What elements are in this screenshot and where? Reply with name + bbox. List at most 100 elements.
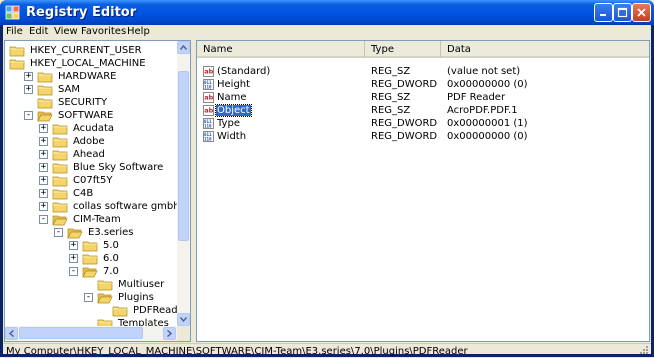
- tree-scroll-thumb[interactable]: [178, 71, 189, 241]
- menu-help[interactable]: Help: [127, 26, 150, 37]
- folder-icon: [37, 98, 53, 108]
- chevron-left-icon: [9, 330, 14, 337]
- tree-node-label: SOFTWARE: [58, 110, 114, 121]
- value-data: 0x00000001 (1): [447, 118, 528, 129]
- svg-text:ab: ab: [204, 68, 213, 76]
- tree-node-label: Multiuser: [118, 279, 165, 290]
- tree-node[interactable]: + C07ft5Y: [39, 174, 113, 187]
- value-row[interactable]: ab Name REG_SZ PDF Reader: [197, 91, 649, 104]
- value-data: (value not set): [447, 66, 521, 77]
- expand-icon[interactable]: +: [39, 176, 48, 185]
- menu-favorites[interactable]: Favorites: [81, 26, 126, 37]
- value-row[interactable]: ab (Standard) REG_SZ (value not set): [197, 65, 649, 78]
- folder-icon: [97, 280, 113, 290]
- tree-node[interactable]: + Adobe: [39, 135, 106, 148]
- tree-horizontal-scrollbar[interactable]: [5, 326, 177, 341]
- expand-icon[interactable]: +: [39, 189, 48, 198]
- expand-icon[interactable]: +: [39, 150, 48, 159]
- svg-text:ab: ab: [204, 107, 213, 115]
- tree-node[interactable]: - SOFTWARE: [24, 109, 114, 122]
- folder-icon: [112, 306, 128, 316]
- tree-node-label: C4B: [73, 188, 94, 199]
- column-header-name[interactable]: Name: [197, 41, 365, 58]
- expand-icon[interactable]: +: [24, 85, 33, 94]
- scroll-down-button[interactable]: [177, 313, 190, 326]
- tree-node-label: E3.series: [88, 227, 134, 238]
- expand-icon[interactable]: +: [39, 202, 48, 211]
- expand-icon[interactable]: +: [39, 163, 48, 172]
- open-folder-icon: [37, 111, 53, 121]
- chevron-down-icon: [180, 317, 187, 322]
- tree-node-label: Plugins: [118, 292, 154, 303]
- value-row[interactable]: 011 110 Height REG_DWORD 0x00000000 (0): [197, 78, 649, 91]
- value-row[interactable]: 011 110 Type REG_DWORD 0x00000001 (1): [197, 117, 649, 130]
- tree-node[interactable]: +5.0: [69, 239, 120, 252]
- column-header-type[interactable]: Type: [365, 41, 441, 58]
- tree-node[interactable]: - E3.series: [54, 226, 134, 239]
- folder-icon: [82, 254, 98, 264]
- menu-file[interactable]: File: [6, 26, 23, 37]
- tree-node[interactable]: HKEY_CURRENT_USER: [9, 44, 143, 57]
- scroll-up-button[interactable]: [177, 41, 190, 54]
- tree-node[interactable]: - CIM-Team: [39, 213, 122, 226]
- tree-node[interactable]: SECURITY: [24, 96, 108, 109]
- open-folder-icon: [67, 228, 83, 238]
- svg-text:ab: ab: [204, 94, 213, 102]
- collapse-icon[interactable]: -: [39, 215, 48, 224]
- value-type: REG_DWORD: [371, 79, 438, 90]
- tree-node[interactable]: - 7.0: [69, 265, 120, 278]
- value-name: (Standard): [217, 66, 271, 77]
- tree-node[interactable]: + HARDWARE: [24, 70, 117, 83]
- binary-value-icon: 011110: [203, 118, 214, 129]
- expand-icon[interactable]: +: [39, 124, 48, 133]
- tree-node[interactable]: PDFReader: [99, 304, 177, 317]
- value-data: PDF Reader: [447, 92, 506, 103]
- scroll-left-button[interactable]: [5, 327, 18, 340]
- tree-node[interactable]: + Acudata: [39, 122, 115, 135]
- tree-vertical-scrollbar[interactable]: [177, 41, 190, 326]
- value-name-cell: ab Object: [203, 104, 252, 117]
- resize-grip-icon[interactable]: [637, 345, 649, 357]
- folder-icon: [97, 319, 113, 326]
- value-row[interactable]: 011 110 Width REG_DWORD 0x00000000 (0): [197, 130, 649, 143]
- binary-value-icon: 011110: [203, 131, 214, 142]
- collapse-icon[interactable]: -: [84, 293, 93, 302]
- expand-icon[interactable]: +: [69, 241, 78, 250]
- value-row[interactable]: ab Object REG_SZ AcroPDF.PDF.1: [197, 104, 649, 117]
- minimize-button[interactable]: [594, 3, 613, 22]
- close-button[interactable]: [632, 3, 651, 22]
- tree-node[interactable]: + collas software gmbh: [39, 200, 177, 213]
- collapse-icon[interactable]: -: [69, 267, 78, 276]
- tree-node[interactable]: + Ahead: [39, 148, 106, 161]
- expand-icon[interactable]: +: [39, 137, 48, 146]
- collapse-icon[interactable]: -: [54, 228, 63, 237]
- svg-text:110: 110: [204, 137, 212, 142]
- tree-node[interactable]: + SAM: [24, 83, 81, 96]
- tree-node[interactable]: - Plugins: [84, 291, 155, 304]
- scroll-right-button[interactable]: [163, 327, 176, 340]
- value-name: Object: [215, 104, 252, 117]
- tree-node-label: Ahead: [73, 149, 105, 160]
- expand-icon[interactable]: +: [69, 254, 78, 263]
- folder-icon: [52, 176, 68, 186]
- tree-node[interactable]: + C4B: [39, 187, 94, 200]
- collapse-icon[interactable]: -: [24, 111, 33, 120]
- tree-node[interactable]: Multiuser: [84, 278, 165, 291]
- menu-view[interactable]: View: [54, 26, 78, 37]
- title-bar[interactable]: Registry Editor: [0, 0, 654, 25]
- tree-node[interactable]: + Blue Sky Software: [39, 161, 164, 174]
- folder-icon: [9, 46, 25, 56]
- value-type: REG_SZ: [371, 66, 411, 77]
- open-folder-icon: [97, 293, 113, 303]
- value-data: 0x00000000 (0): [447, 79, 528, 90]
- column-header-data[interactable]: Data: [441, 41, 649, 58]
- folder-icon: [52, 137, 68, 147]
- tree-node[interactable]: HKEY_LOCAL_MACHINE: [9, 57, 147, 70]
- svg-text:110: 110: [204, 124, 212, 129]
- menu-edit[interactable]: Edit: [29, 26, 48, 37]
- tree-node[interactable]: +6.0: [69, 252, 120, 265]
- tree-node[interactable]: Templates: [84, 317, 170, 326]
- expand-icon[interactable]: +: [24, 72, 33, 81]
- maximize-button[interactable]: [613, 3, 632, 22]
- tree-hscroll-thumb[interactable]: [19, 327, 143, 339]
